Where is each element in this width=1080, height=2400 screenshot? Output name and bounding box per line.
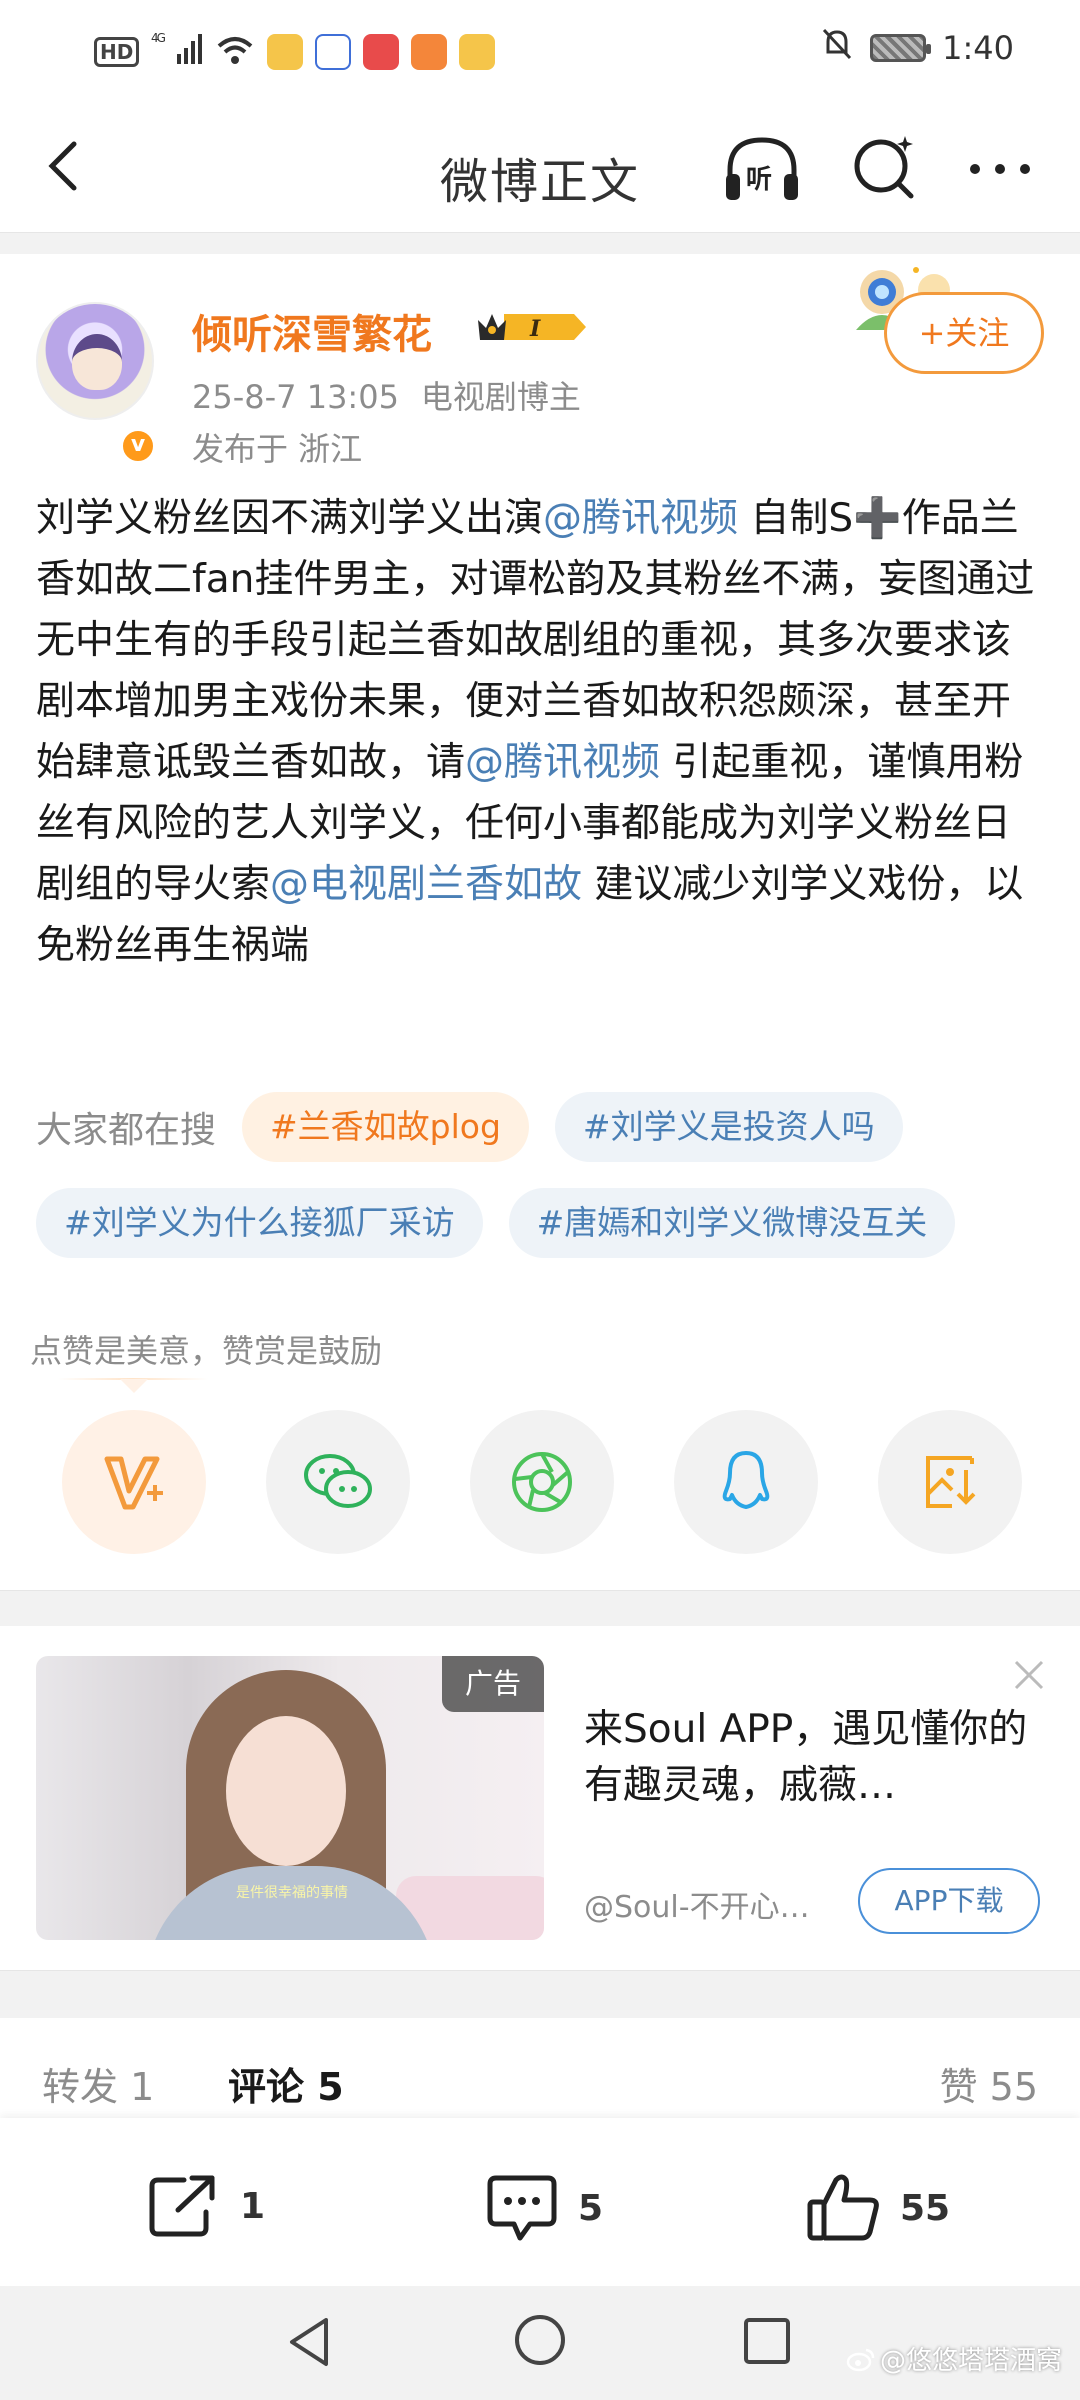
huawei-app-icon <box>363 34 400 70</box>
post-source: 电视剧博主 <box>420 378 581 416</box>
weibo-logo-icon <box>846 2348 875 2371</box>
username[interactable]: 倾听深雪繁花 <box>192 302 432 360</box>
interaction-tabs: 转发 1 评论 5 赞 55 <box>0 2018 1080 2118</box>
svg-text:I: I <box>529 316 541 342</box>
reward-pointer <box>120 1379 148 1393</box>
hd-icon: HD <box>94 37 140 67</box>
avatar[interactable]: v <box>36 302 156 464</box>
game-app-icon <box>411 34 448 70</box>
search-icon <box>854 136 914 199</box>
system-recent-button[interactable] <box>742 2316 792 2366</box>
wechat-icon <box>304 1454 372 1508</box>
moments-icon <box>512 1452 572 1512</box>
hot-search-tags: 大家都在搜 #兰香如故plog #刘学义是投资人吗 #刘学义为什么接狐厂采访 #… <box>36 1092 1056 1284</box>
content-text: 刘学义粉丝因不满刘学义出演 <box>36 496 544 541</box>
clock: 1:40 <box>942 29 1014 67</box>
qq-share-button[interactable] <box>674 1410 818 1554</box>
reward-hint: 点赞是美意，赞赏是鼓励 <box>30 1332 383 1370</box>
qq-icon <box>722 1451 770 1509</box>
wifi-icon <box>215 32 255 72</box>
signal-icon: 4G <box>151 30 203 74</box>
weibo-app-icon-2 <box>459 34 496 70</box>
like-count: 55 <box>900 2187 951 2229</box>
square-recent-icon <box>744 2318 790 2364</box>
system-back-button[interactable] <box>282 2312 338 2372</box>
close-icon <box>1014 1660 1044 1690</box>
triangle-back-icon <box>290 2318 328 2366</box>
mention-link[interactable]: @腾讯视频 <box>543 496 738 541</box>
save-image-button[interactable] <box>878 1410 1022 1554</box>
post-date: 25-8-7 13:05 <box>192 378 399 416</box>
moments-share-button[interactable] <box>470 1410 614 1554</box>
svg-text:4G: 4G <box>151 31 166 45</box>
listen-button[interactable]: 听 <box>720 128 804 212</box>
search-label: 大家都在搜 <box>36 1110 217 1151</box>
comment-button[interactable]: 5 <box>484 2172 603 2244</box>
divider <box>0 232 1080 254</box>
mention-link[interactable]: @腾讯视频 <box>465 740 660 785</box>
ad-close-button[interactable] <box>1010 1656 1048 1694</box>
post-content: 刘学义粉丝因不满刘学义出演@腾讯视频 自制S➕作品兰香如故二fan挂件男主，对谭… <box>36 488 1046 976</box>
svg-text:听: 听 <box>746 165 772 195</box>
tag-row: 大家都在搜 #兰香如故plog #刘学义是投资人吗 <box>36 1092 1056 1162</box>
follow-button[interactable]: +关注 <box>884 292 1044 374</box>
tag-row: #刘学义为什么接狐厂采访 #唐嫣和刘学义微博没互关 <box>36 1188 1056 1258</box>
avatar-face <box>72 334 122 390</box>
ad-video-subtitle: 是件很幸福的事情 <box>236 1885 348 1901</box>
headphones-icon: 听 <box>726 137 798 200</box>
thumbs-up-icon <box>807 2174 879 2241</box>
ad-card[interactable]: 是件很幸福的事情 广告 来Soul APP，遇见懂你的有趣灵魂，戚薇… @Sou… <box>0 1626 1080 1970</box>
ad-badge: 广告 <box>442 1656 544 1712</box>
ad-image[interactable]: 是件很幸福的事情 广告 <box>36 1656 544 1940</box>
status-right-icons: 1:40 <box>820 26 1014 70</box>
tab-repost[interactable]: 转发 1 <box>42 2056 154 2111</box>
more-button[interactable] <box>955 144 1045 194</box>
hashtag-chip[interactable]: #兰香如故plog <box>242 1092 529 1162</box>
repost-button[interactable]: 1 <box>146 2172 265 2240</box>
watermark: @悠悠塔塔酒窝 <box>846 2340 1062 2377</box>
hashtag-chip[interactable]: #唐嫣和刘学义微博没互关 <box>508 1188 956 1258</box>
like-button[interactable]: 55 <box>806 2172 950 2244</box>
weibo-app-icon <box>267 34 304 70</box>
status-left-icons: HD 4G <box>94 30 496 74</box>
tab-like[interactable]: 赞 55 <box>940 2056 1038 2111</box>
hashtag-chip[interactable]: #刘学义是投资人吗 <box>554 1092 903 1162</box>
baidu-app-icon <box>315 34 352 70</box>
circle-home-icon <box>515 2315 565 2365</box>
app-download-button[interactable]: APP下载 <box>858 1868 1040 1934</box>
comment-count: 5 <box>578 2187 604 2229</box>
system-nav-bar: @悠悠塔塔酒窝 <box>0 2286 1080 2400</box>
more-dots-icon <box>970 164 1030 174</box>
post-location: 发布于 浙江 <box>192 430 363 468</box>
vip-crown-icon[interactable]: I <box>474 306 590 348</box>
system-home-button[interactable] <box>512 2312 568 2368</box>
reward-button[interactable] <box>62 1410 206 1554</box>
status-bar: HD 4G 1:40 <box>0 0 1080 104</box>
tab-comment[interactable]: 评论 5 <box>228 2056 344 2111</box>
divider <box>0 1970 1080 2018</box>
verified-badge-icon: v <box>120 428 156 464</box>
mute-bell-icon <box>820 26 854 70</box>
repost-count: 1 <box>240 2185 266 2227</box>
ad-title[interactable]: 来Soul APP，遇见懂你的有趣灵魂，戚薇… <box>584 1702 1044 1814</box>
watermark-text: @悠悠塔塔酒窝 <box>879 2346 1062 2376</box>
hashtag-chip[interactable]: #刘学义为什么接狐厂采访 <box>36 1188 483 1258</box>
reward-v-icon <box>104 1456 163 1510</box>
comment-bubble-icon <box>487 2175 557 2241</box>
share-row <box>62 1410 1022 1554</box>
share-arrow-icon <box>149 2175 215 2237</box>
mention-link[interactable]: @电视剧兰香如故 <box>270 862 582 907</box>
post-card: v 倾听深雪繁花 I 25-8-7 13:05 电视剧博主 发布于 浙江 +关注 … <box>0 254 1080 1590</box>
save-image-icon <box>926 1456 976 1508</box>
search-button[interactable] <box>845 128 925 208</box>
ad-source: @Soul-不开心… <box>584 1890 810 1925</box>
divider <box>0 1590 1080 1626</box>
post-meta: 25-8-7 13:05 电视剧博主 <box>192 372 581 418</box>
battery-icon <box>870 34 932 62</box>
ad-image-face <box>226 1716 346 1866</box>
nav-bar: 微博正文 听 <box>0 104 1080 232</box>
bottom-action-bar: 1 5 55 <box>0 2118 1080 2286</box>
wechat-share-button[interactable] <box>266 1410 410 1554</box>
